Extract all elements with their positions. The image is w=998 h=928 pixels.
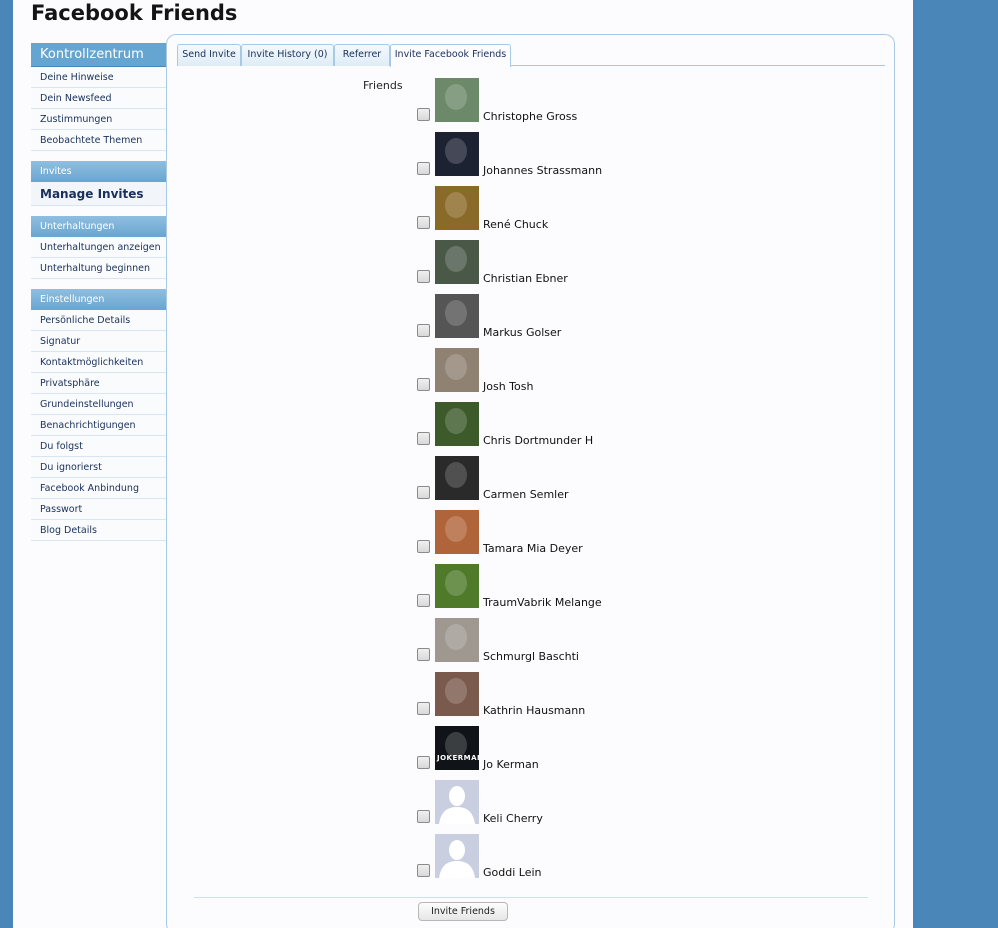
friend-row: Christian Ebner	[417, 240, 677, 286]
friend-checkbox[interactable]	[417, 270, 430, 283]
friend-name: Chris Dortmunder H	[483, 434, 594, 447]
tab-bar: Send Invite Invite History (0) Referrer Inv…	[177, 44, 885, 67]
avatar	[435, 186, 479, 230]
friend-name: Keli Cherry	[483, 812, 543, 825]
sidebar-main-list: Deine Hinweise Dein Newsfeed Zustimmungen B…	[31, 67, 167, 151]
friend-name: Schmurgl Baschti	[483, 650, 579, 663]
friend-name: Jo Kerman	[483, 758, 539, 771]
friend-checkbox[interactable]	[417, 324, 430, 337]
content-panel: Send Invite Invite History (0) Referrer Inv…	[166, 34, 895, 928]
sidebar-groups: Invites Manage Invites Unterhaltungen Unter…	[31, 161, 167, 541]
friend-name: Tamara Mia Deyer	[483, 542, 583, 555]
sidebar-item[interactable]: Du ignorierst	[31, 457, 167, 478]
friend-row: Christophe Gross	[417, 78, 677, 124]
friend-name: Carmen Semler	[483, 488, 569, 501]
friend-checkbox[interactable]	[417, 378, 430, 391]
friend-row: Johannes Strassmann	[417, 132, 677, 178]
friend-checkbox[interactable]	[417, 540, 430, 553]
sidebar-item[interactable]: Privatsphäre	[31, 373, 167, 394]
sidebar-item[interactable]: Kontaktmöglichkeiten	[31, 352, 167, 373]
avatar	[435, 294, 479, 338]
avatar	[435, 510, 479, 554]
friend-row: Chris Dortmunder H	[417, 402, 677, 448]
sidebar-header[interactable]: Kontrollzentrum	[31, 43, 167, 67]
friend-row: JOKERMAN Jo Kerman	[417, 726, 677, 772]
friend-row: René Chuck	[417, 186, 677, 232]
friend-checkbox[interactable]	[417, 756, 430, 769]
friend-name: René Chuck	[483, 218, 549, 231]
friend-row: Carmen Semler	[417, 456, 677, 502]
tab-0[interactable]: Send Invite	[177, 44, 241, 66]
sidebar-item[interactable]: Persönliche Details	[31, 310, 167, 331]
friend-checkbox[interactable]	[417, 810, 430, 823]
avatar	[435, 78, 479, 122]
photo-text: JOKERMAN	[437, 754, 479, 762]
friend-name: Christian Ebner	[483, 272, 568, 285]
sidebar-group-header: Unterhaltungen	[31, 216, 167, 237]
friend-name: Josh Tosh	[483, 380, 534, 393]
sidebar-item[interactable]: Unterhaltung beginnen	[31, 258, 167, 279]
friend-row: TraumVabrik Melange	[417, 564, 677, 610]
default-avatar-icon	[435, 834, 479, 878]
friend-name: Christophe Gross	[483, 110, 578, 123]
avatar	[435, 672, 479, 716]
friend-row: Josh Tosh	[417, 348, 677, 394]
friend-row: Kathrin Hausmann	[417, 672, 677, 718]
friend-name: Markus Golser	[483, 326, 562, 339]
tab-2[interactable]: Referrer	[334, 44, 390, 66]
friend-checkbox[interactable]	[417, 864, 430, 877]
friend-checkbox[interactable]	[417, 486, 430, 499]
friend-name: Kathrin Hausmann	[483, 704, 586, 717]
avatar	[435, 618, 479, 662]
sidebar-item[interactable]: Unterhaltungen anzeigen	[31, 237, 167, 258]
friend-checkbox[interactable]	[417, 216, 430, 229]
avatar	[435, 240, 479, 284]
friend-row: Goddi Lein	[417, 834, 677, 880]
avatar	[435, 456, 479, 500]
friend-checkbox[interactable]	[417, 162, 430, 175]
friend-row: Tamara Mia Deyer	[417, 510, 677, 556]
sidebar-item[interactable]: Facebook Anbindung	[31, 478, 167, 499]
sidebar-item[interactable]: Benachrichtigungen	[31, 415, 167, 436]
avatar	[435, 132, 479, 176]
friend-name: Johannes Strassmann	[483, 164, 603, 177]
sidebar-item[interactable]: Blog Details	[31, 520, 167, 541]
avatar	[435, 348, 479, 392]
sidebar-item[interactable]: Passwort	[31, 499, 167, 520]
sidebar-item[interactable]: Dein Newsfeed	[31, 88, 167, 109]
sidebar-group-header: Einstellungen	[31, 289, 167, 310]
sidebar: Kontrollzentrum Deine Hinweise Dein Newsf…	[31, 43, 167, 541]
friend-checkbox[interactable]	[417, 702, 430, 715]
form-divider	[194, 897, 868, 898]
sidebar-group-header: Invites	[31, 161, 167, 182]
avatar	[435, 564, 479, 608]
sidebar-item[interactable]: Signatur	[31, 331, 167, 352]
friend-row: Schmurgl Baschti	[417, 618, 677, 664]
sidebar-item[interactable]: Zustimmungen	[31, 109, 167, 130]
friends-label: Friends	[363, 79, 403, 92]
sidebar-item[interactable]: Manage Invites	[31, 182, 167, 206]
avatar	[435, 402, 479, 446]
friend-row: Keli Cherry	[417, 780, 677, 826]
sidebar-item[interactable]: Grundeinstellungen	[31, 394, 167, 415]
friend-checkbox[interactable]	[417, 432, 430, 445]
friend-checkbox[interactable]	[417, 594, 430, 607]
page-container: Facebook Friends Kontrollzentrum Deine H…	[13, 0, 913, 928]
invite-friends-button[interactable]: Invite Friends	[418, 902, 508, 921]
friend-name: Goddi Lein	[483, 866, 542, 879]
page-title: Facebook Friends	[31, 1, 238, 25]
default-avatar-icon	[435, 780, 479, 824]
sidebar-item[interactable]: Du folgst	[31, 436, 167, 457]
friend-checkbox[interactable]	[417, 108, 430, 121]
tab-3[interactable]: Invite Facebook Friends	[390, 44, 511, 67]
friend-checkbox[interactable]	[417, 648, 430, 661]
sidebar-item[interactable]: Deine Hinweise	[31, 67, 167, 88]
avatar: JOKERMAN	[435, 726, 479, 770]
friend-row: Markus Golser	[417, 294, 677, 340]
friend-name: TraumVabrik Melange	[483, 596, 602, 609]
tab-1[interactable]: Invite History (0)	[241, 44, 334, 66]
sidebar-item[interactable]: Beobachtete Themen	[31, 130, 167, 151]
